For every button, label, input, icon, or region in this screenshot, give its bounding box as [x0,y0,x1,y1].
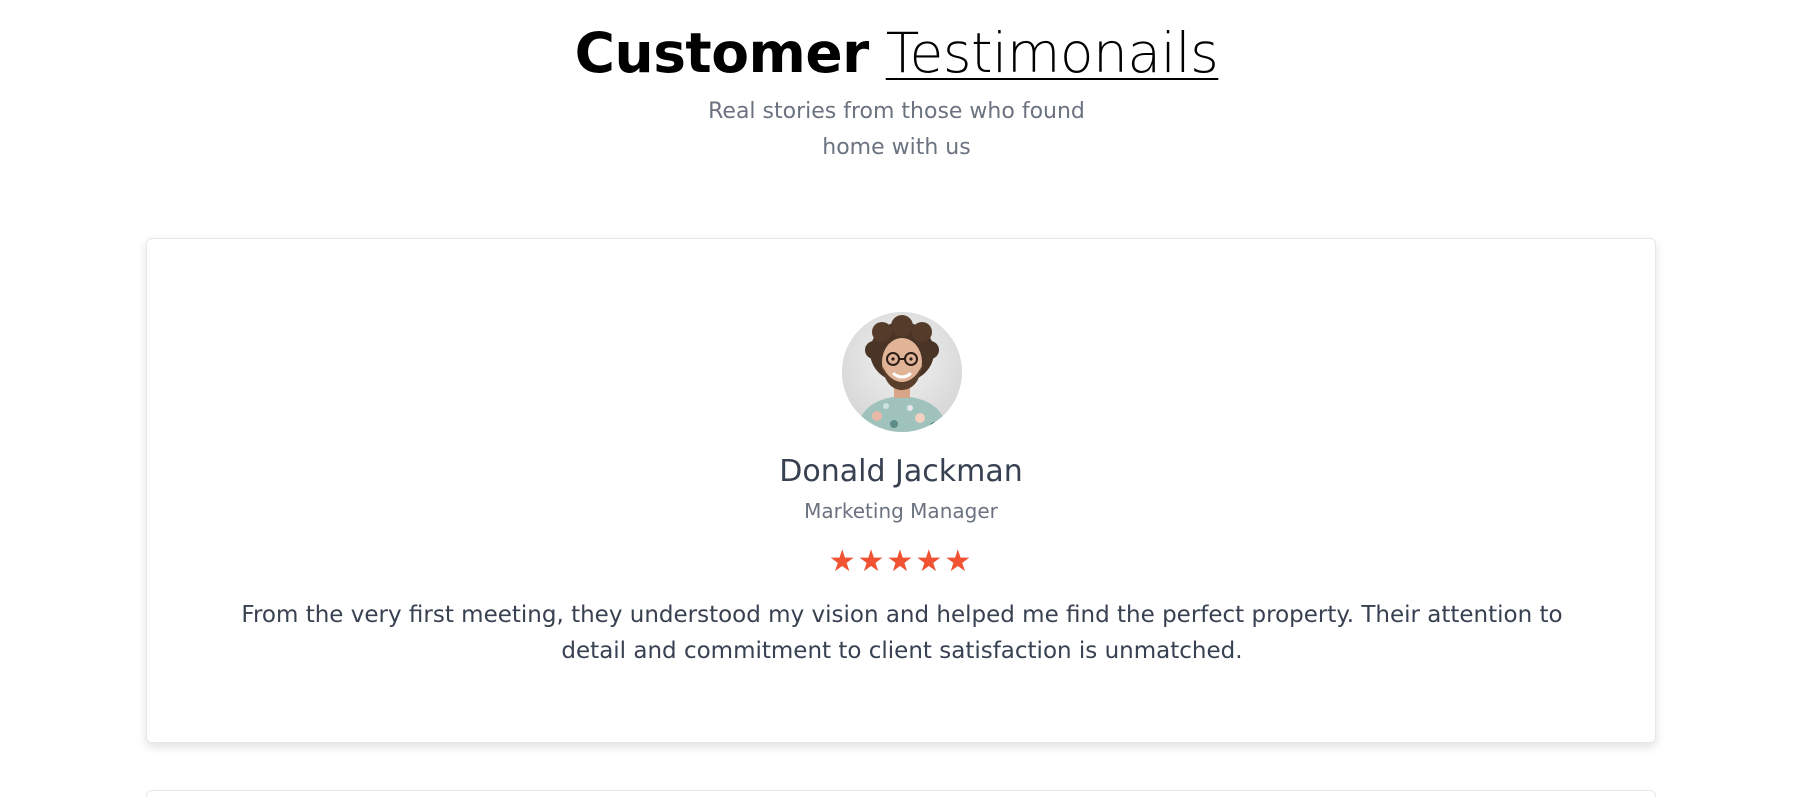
testimonial-card: Donald Jackman Marketing Manager ★★★★★ F… [146,238,1656,743]
subtitle-line-2: home with us [822,135,971,160]
testimonials-page: Customer Testimonails Real stories from … [0,0,1793,797]
avatar [842,312,962,432]
subtitle-line-1: Real stories from those who found [708,99,1085,124]
heading-bold-text: Customer [574,21,870,85]
next-testimonial-card [146,790,1656,797]
heading-light-text: Testimonails [885,21,1219,85]
section-subtitle: Real stories from those who found home w… [0,94,1793,166]
testimonial-quote: From the very first meeting, they unders… [241,602,1563,664]
section-heading: Customer Testimonails [0,18,1793,88]
testimonial-name: Donald Jackman [779,454,1023,489]
star-rating: ★★★★★ [828,544,974,579]
avatar-image [842,312,962,432]
testimonial-role: Marketing Manager [804,499,998,523]
